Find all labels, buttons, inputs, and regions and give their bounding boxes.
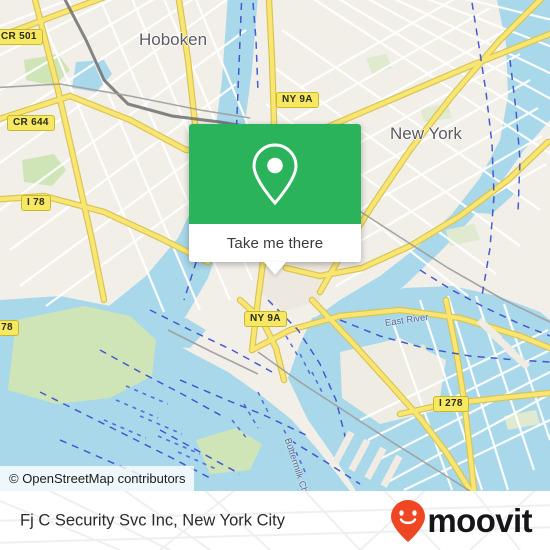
place-title: Fj C Security Svc Inc, New York City [20, 511, 285, 529]
map-screenshot: Hoboken New York East River Buttermilk C… [0, 0, 550, 550]
popup-footer[interactable]: Take me there [189, 224, 361, 262]
road-shield-i-78-b: I 78 [0, 320, 19, 336]
moovit-wordmark: moovit [427, 502, 532, 539]
osm-attribution[interactable]: © OpenStreetMap contributors [0, 466, 194, 491]
map-canvas[interactable]: Hoboken New York East River Buttermilk C… [0, 0, 550, 491]
place-label-new-york: New York [390, 124, 462, 143]
road-shield-ny-9a-a: NY 9A [276, 92, 319, 108]
road-shield-cr-501: CR 501 [0, 29, 43, 45]
moovit-brand[interactable]: moovit [390, 499, 533, 543]
take-me-there-button[interactable]: Take me there [227, 235, 323, 252]
road-shield-cr-644: CR 644 [7, 115, 55, 131]
location-popup-card[interactable]: Take me there [189, 124, 361, 275]
road-shield-i-278: I 278 [433, 396, 469, 412]
popup-header [189, 124, 361, 224]
moovit-smiley-pin-icon [391, 499, 426, 542]
map-pin-icon [252, 143, 298, 206]
popup-pointer-tail [264, 262, 286, 275]
road-shield-i-78-a: I 78 [21, 195, 51, 211]
road-shield-ny-9a-b: NY 9A [244, 311, 287, 327]
place-label-hoboken: Hoboken [139, 30, 208, 49]
footer-bar: Fj C Security Svc Inc, New York City moo… [0, 491, 550, 550]
